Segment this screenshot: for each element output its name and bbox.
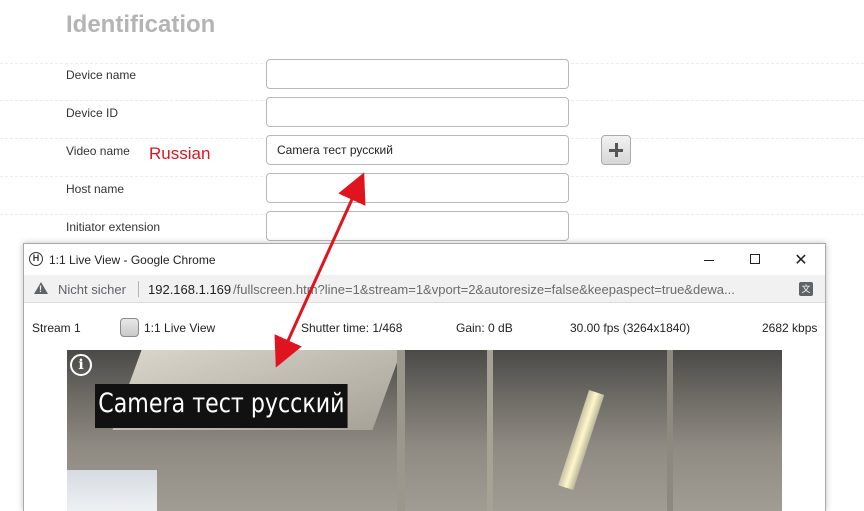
info-icon[interactable]: i — [70, 354, 92, 376]
video-name-field[interactable]: Camera тест русский — [266, 135, 569, 165]
shutter-time: Shutter time: 1/468 — [301, 321, 403, 335]
address-bar[interactable]: Nicht sicher 192.168.1.169 /fullscreen.h… — [24, 275, 825, 303]
security-label[interactable]: Nicht sicher — [58, 282, 126, 297]
device-id-field[interactable] — [266, 97, 569, 127]
window-title: 1:1 Live View - Google Chrome — [49, 253, 216, 267]
gain-value: Gain: 0 dB — [456, 321, 513, 335]
live-video[interactable]: i Camera тест русский — [67, 350, 782, 511]
page-title: Identification — [66, 11, 216, 38]
url-path[interactable]: /fullscreen.htm?line=1&stream=1&vport=2&… — [233, 282, 783, 297]
window-light — [67, 470, 157, 511]
bitrate: 2682 kbps — [762, 321, 818, 335]
translate-icon[interactable]: 文 — [799, 282, 813, 296]
ceiling-beam — [397, 350, 405, 511]
host-name-field[interactable] — [266, 173, 569, 203]
warning-icon[interactable] — [34, 282, 48, 294]
video-name-overlay: Camera тест русский — [95, 384, 348, 428]
device-name-label: Device name — [66, 68, 137, 82]
close-button[interactable]: ✕ — [778, 244, 824, 275]
host-name-label: Host name — [66, 182, 125, 196]
minimize-icon — [704, 260, 714, 261]
ceiling-lamp — [558, 390, 605, 491]
plus-icon-stroke — [615, 143, 618, 157]
stream-label: Stream 1 — [32, 321, 81, 335]
device-id-label: Device ID — [66, 106, 119, 120]
maximize-button[interactable] — [732, 244, 778, 275]
window-titlebar: H 1:1 Live View - Google Chrome ✕ — [24, 244, 825, 275]
live-view-toggle[interactable] — [120, 318, 139, 337]
initiator-extension-label: Initiator extension — [66, 220, 161, 234]
frame-rate: 30.00 fps (3264x1840) — [570, 321, 691, 335]
ceiling-beam — [487, 350, 493, 511]
bosch-logo-icon: H — [29, 252, 43, 266]
live-view-label: 1:1 Live View — [144, 321, 216, 335]
device-name-field[interactable] — [266, 59, 569, 89]
initiator-extension-field[interactable] — [266, 211, 569, 241]
minimize-button[interactable] — [686, 244, 732, 275]
live-view-window: H 1:1 Live View - Google Chrome ✕ Nicht … — [23, 243, 826, 511]
language-annotation: Russian — [149, 144, 211, 163]
address-separator — [138, 281, 139, 297]
maximize-icon — [750, 254, 760, 264]
url-host[interactable]: 192.168.1.169 — [148, 282, 231, 297]
ceiling-beam — [667, 350, 673, 511]
add-video-name-button[interactable] — [601, 135, 631, 165]
video-name-label: Video name — [66, 144, 130, 158]
